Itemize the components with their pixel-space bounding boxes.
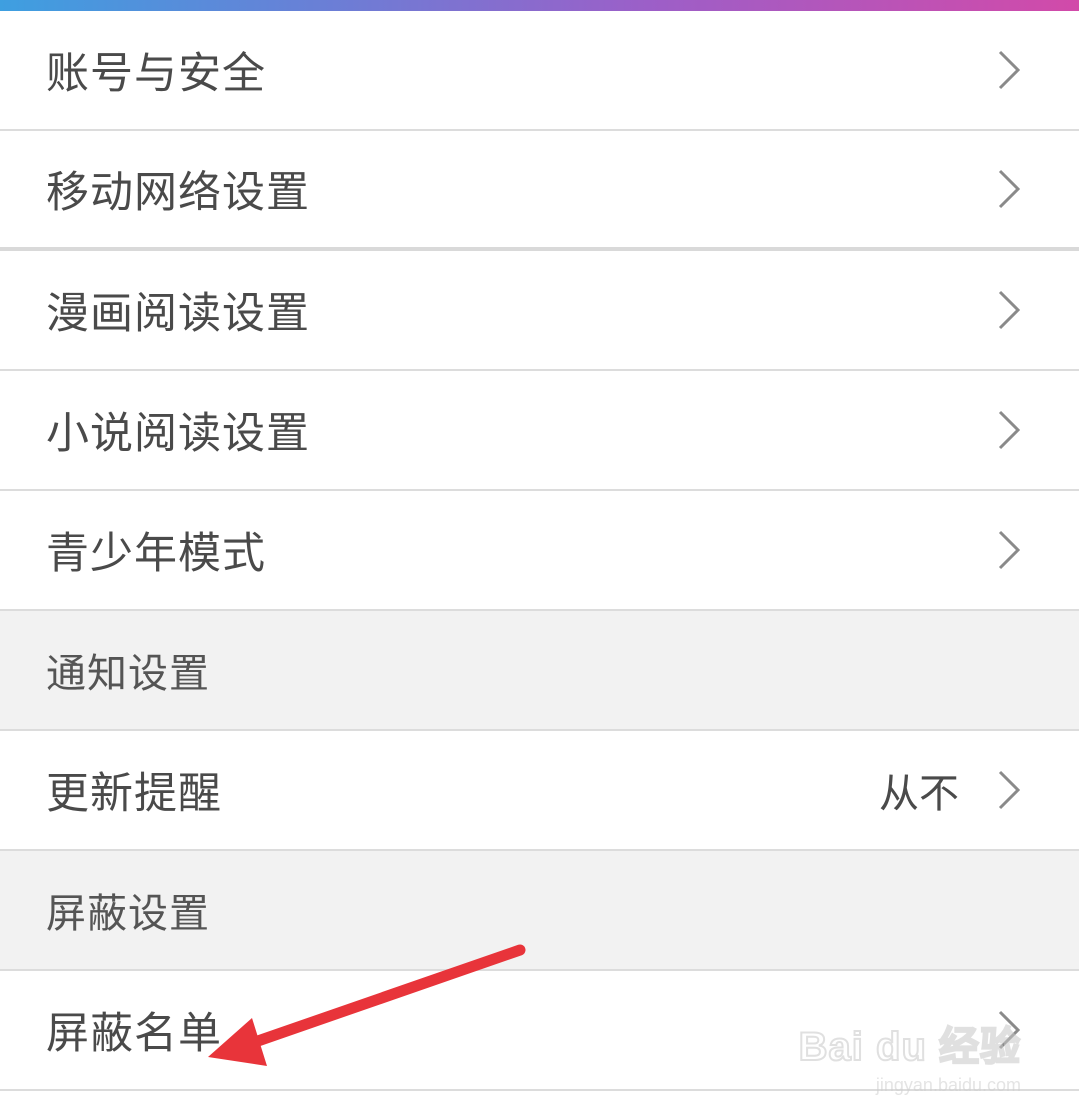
section-header-label: 屏蔽设置 [46, 891, 210, 937]
settings-item-novel-reading[interactable]: 小说阅读设置 [0, 371, 1079, 491]
chevron-right-icon [998, 50, 1021, 90]
settings-item-label: 屏蔽名单 [46, 1009, 222, 1059]
settings-item-label: 小说阅读设置 [46, 409, 310, 459]
watermark-logo-text: Bai du 经验 [798, 1024, 1021, 1070]
settings-item-update-reminder[interactable]: 更新提醒 从不 [0, 731, 1079, 851]
settings-item-label: 漫画阅读设置 [46, 289, 310, 339]
settings-item-label: 移动网络设置 [46, 168, 310, 218]
watermark-url: jingyan.baidu.com [875, 1075, 1021, 1095]
chevron-right-icon [998, 770, 1021, 810]
settings-list: 账号与安全 移动网络设置 漫画阅读设置 小说阅读设置 青少年模式 通知设置 更新… [0, 11, 1079, 1091]
section-header-blocking: 屏蔽设置 [0, 851, 1079, 971]
chevron-right-icon [998, 290, 1021, 330]
chevron-right-icon [998, 410, 1021, 450]
baidu-jingyan-watermark: Bai du 经验 jingyan.baidu.com [798, 1006, 1021, 1096]
settings-item-comic-reading[interactable]: 漫画阅读设置 [0, 251, 1079, 371]
settings-item-label: 更新提醒 [46, 769, 222, 819]
top-accent-bar [0, 0, 1079, 11]
section-header-label: 通知设置 [46, 651, 210, 697]
settings-item-account-security[interactable]: 账号与安全 [0, 11, 1079, 131]
chevron-right-icon [998, 169, 1021, 209]
chevron-right-icon [998, 530, 1021, 570]
settings-item-value: 从不 [879, 771, 959, 817]
section-header-notifications: 通知设置 [0, 611, 1079, 731]
settings-item-label: 青少年模式 [46, 529, 266, 579]
settings-item-label: 账号与安全 [46, 49, 266, 99]
settings-item-mobile-network[interactable]: 移动网络设置 [0, 131, 1079, 251]
settings-item-youth-mode[interactable]: 青少年模式 [0, 491, 1079, 611]
settings-screen: 账号与安全 移动网络设置 漫画阅读设置 小说阅读设置 青少年模式 通知设置 更新… [0, 0, 1079, 1118]
